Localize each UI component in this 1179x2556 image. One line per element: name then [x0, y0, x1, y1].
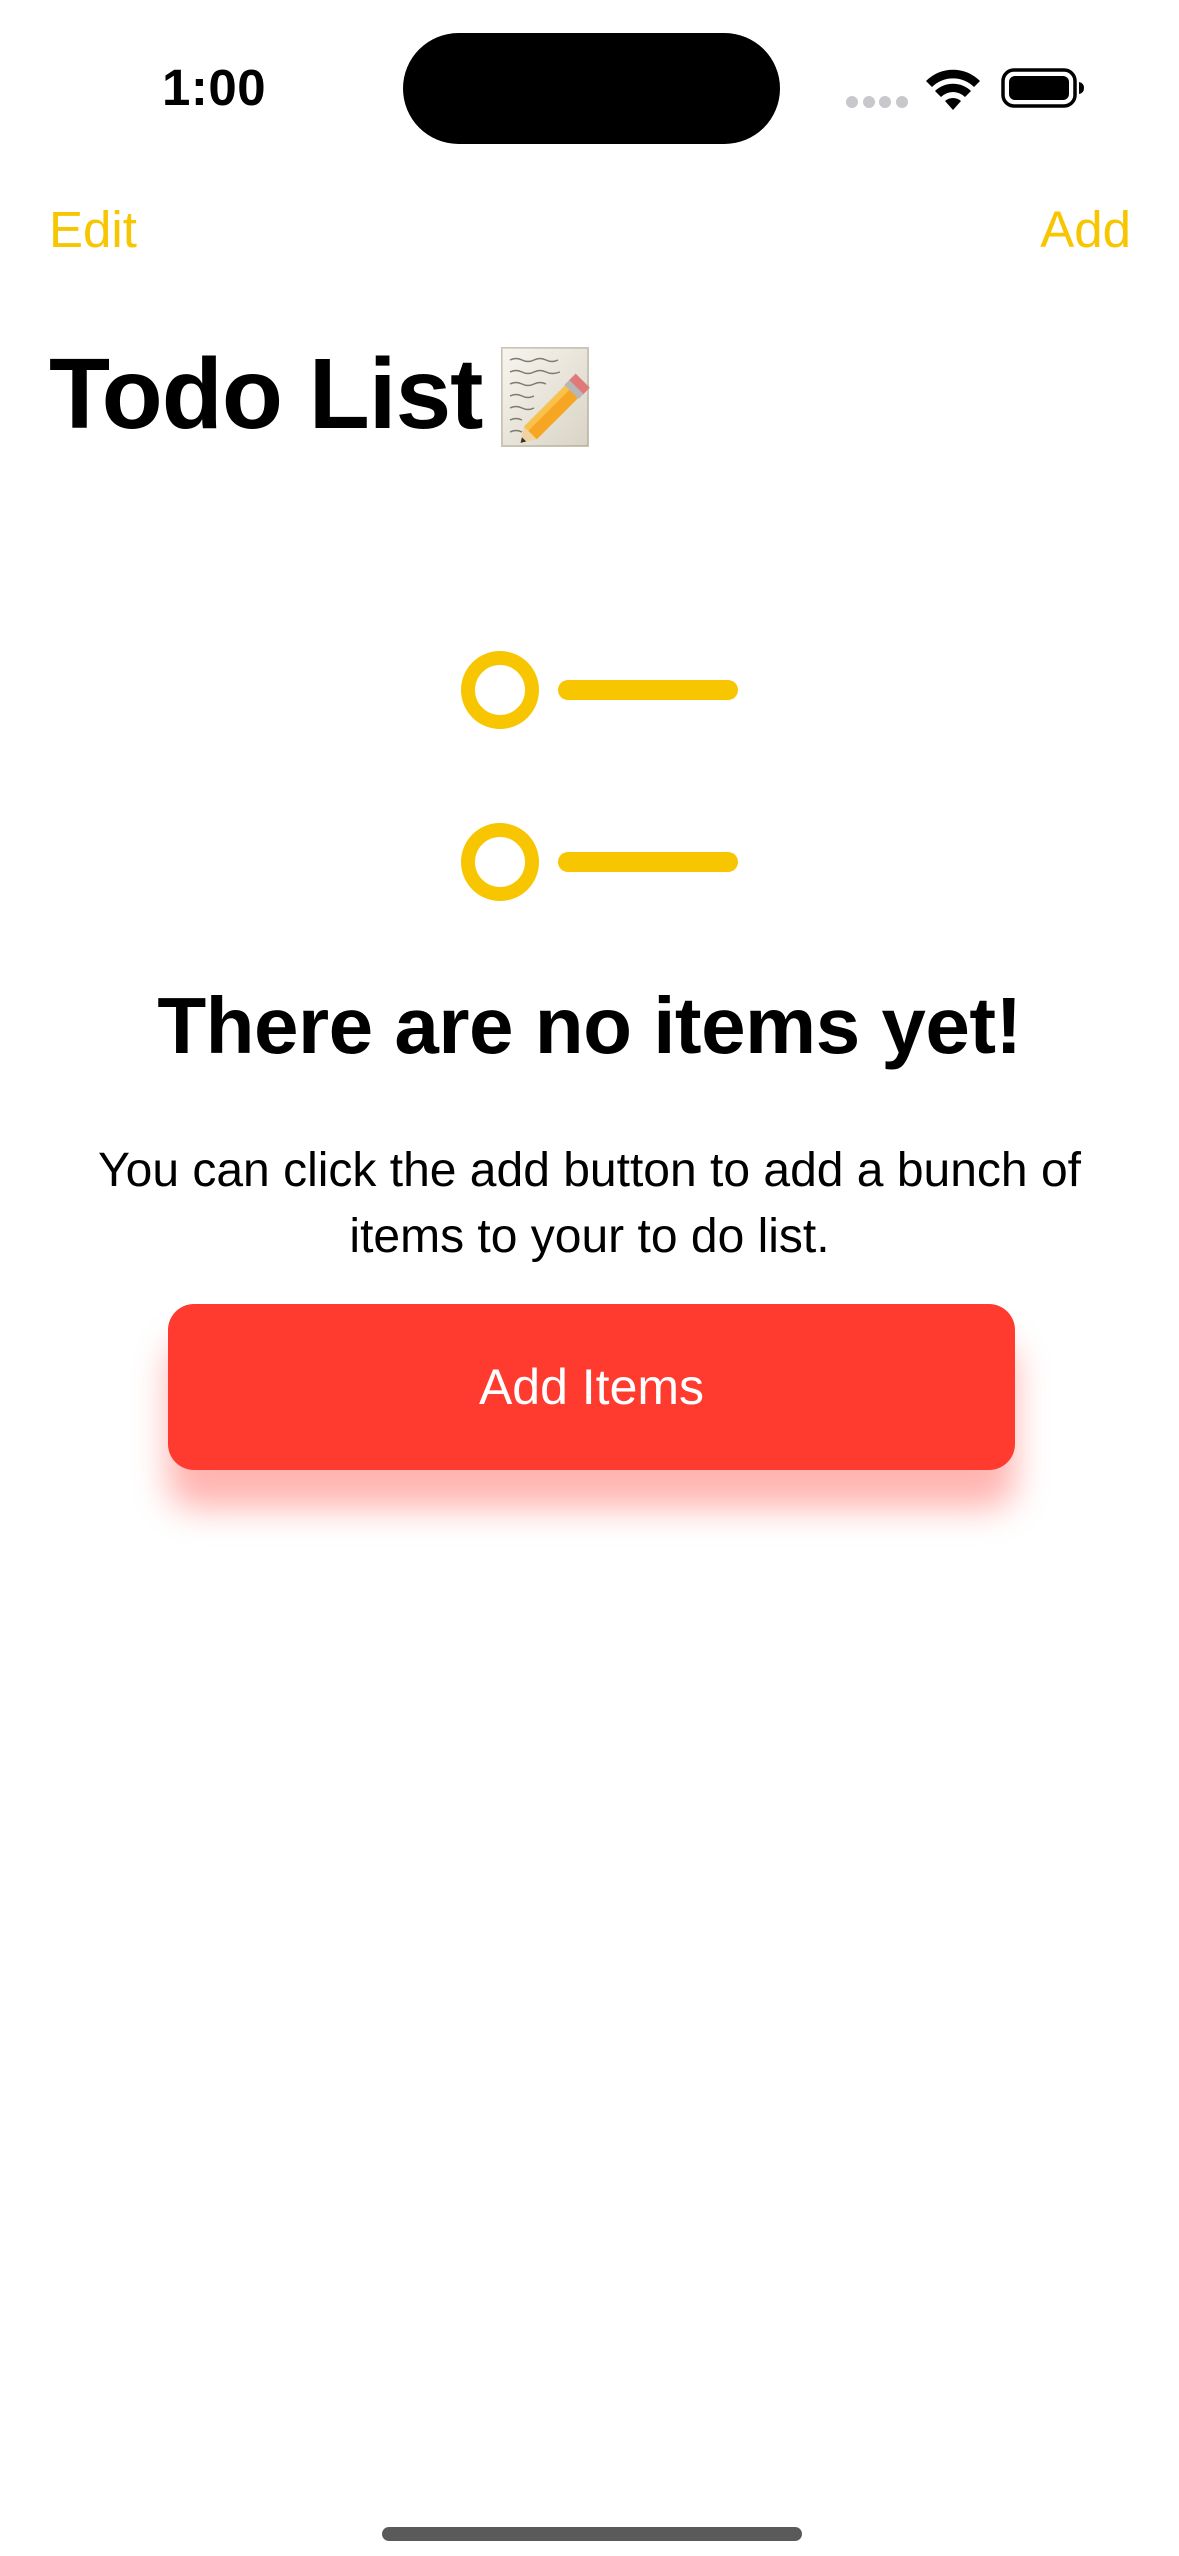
status-bar: 1:00	[0, 0, 1179, 180]
page-title: Todo List	[49, 336, 592, 454]
wifi-icon	[926, 69, 980, 110]
status-time: 1:00	[162, 59, 267, 116]
empty-state-message: You can click the add button to add a bu…	[98, 1144, 1081, 1263]
add-items-button[interactable]: Add Items	[168, 1304, 1015, 1470]
battery-icon	[1001, 68, 1084, 108]
dynamic-island	[403, 33, 780, 144]
edit-button[interactable]: Edit	[49, 200, 137, 259]
home-indicator[interactable]	[382, 2527, 802, 2541]
cellular-signal-icon	[846, 96, 908, 108]
page-title-text: Todo List	[49, 338, 483, 450]
list-icon	[461, 651, 738, 901]
add-button[interactable]: Add	[1040, 200, 1131, 259]
empty-state-title: There are no items yet!	[157, 981, 1022, 1070]
memo-icon	[501, 346, 591, 447]
